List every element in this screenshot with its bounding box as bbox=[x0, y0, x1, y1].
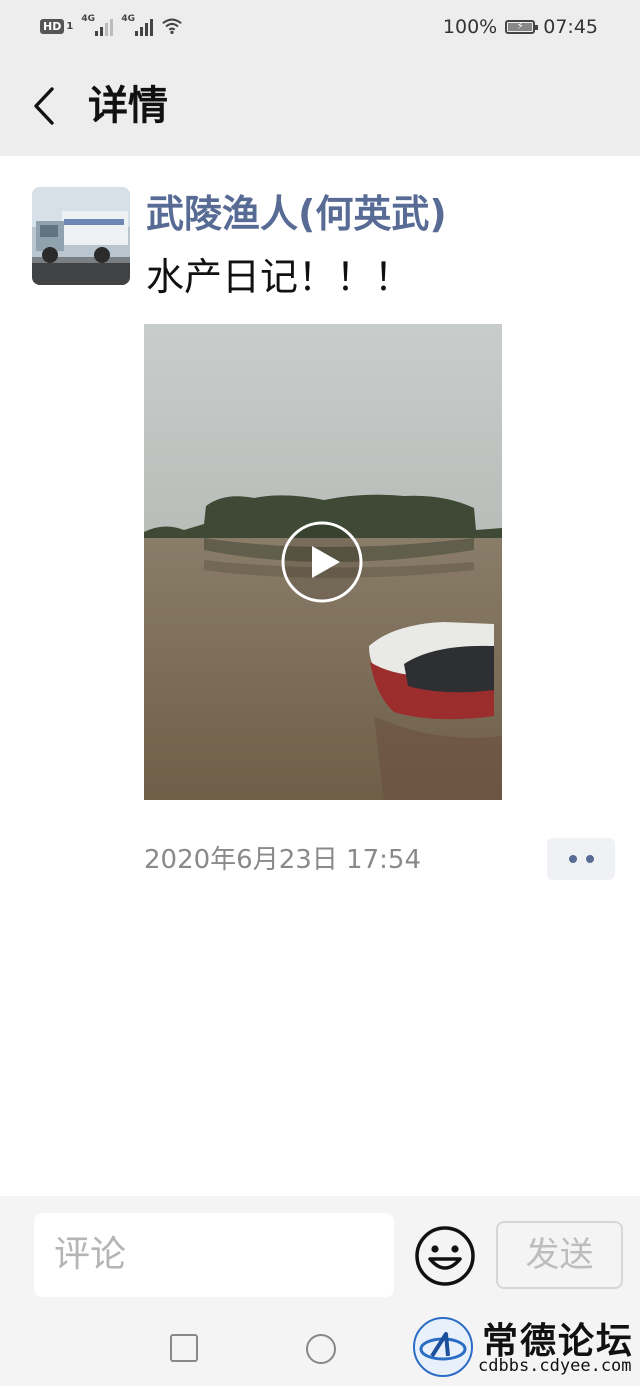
battery-percent: 100% bbox=[442, 16, 498, 38]
battery-icon: ⚡ bbox=[505, 20, 539, 34]
send-button[interactable]: 发送 bbox=[496, 1221, 623, 1289]
page-title: 详情 bbox=[88, 83, 168, 129]
status-right: 100% ⚡ 07:45 bbox=[443, 16, 598, 38]
network-1-label: 4G bbox=[81, 14, 95, 24]
comment-input[interactable]: 评论 bbox=[34, 1213, 394, 1297]
avatar-image bbox=[32, 187, 130, 285]
signal-1-icon: 4G bbox=[81, 14, 114, 36]
author-name[interactable]: 武陵渔人(何英武) bbox=[146, 190, 447, 238]
header-bar: 详情 bbox=[0, 56, 640, 156]
chevron-left-icon bbox=[34, 87, 54, 125]
home-nav-button[interactable] bbox=[306, 1334, 336, 1364]
network-2-label: 4G bbox=[121, 14, 135, 24]
forum-logo-icon bbox=[413, 1317, 473, 1377]
avatar[interactable] bbox=[32, 187, 130, 285]
back-button[interactable] bbox=[24, 82, 64, 130]
hd-badge: HD bbox=[40, 18, 65, 34]
post-timestamp: 2020年6月23日 17:54 bbox=[144, 845, 421, 875]
wifi-icon bbox=[162, 18, 183, 35]
play-icon[interactable] bbox=[280, 520, 364, 604]
more-button[interactable] bbox=[547, 838, 615, 880]
clock: 07:45 bbox=[543, 16, 598, 38]
signal-2-icon: 4G bbox=[121, 14, 154, 36]
recents-nav-button[interactable] bbox=[170, 1334, 198, 1362]
more-dots-icon-2 bbox=[585, 855, 594, 863]
more-dots-icon bbox=[568, 855, 577, 863]
sim1-label: 1 bbox=[66, 20, 74, 32]
watermark-url: cdbbs.cdyee.com bbox=[478, 1356, 632, 1376]
video-thumbnail[interactable] bbox=[144, 324, 502, 800]
post-text: 水产日记！！！ bbox=[146, 255, 413, 299]
smiley-icon[interactable] bbox=[414, 1225, 476, 1287]
status-bar: HD 1 4G 4G 100% ⚡ 07:45 bbox=[0, 0, 640, 56]
status-left: HD 1 4G 4G bbox=[40, 14, 183, 36]
